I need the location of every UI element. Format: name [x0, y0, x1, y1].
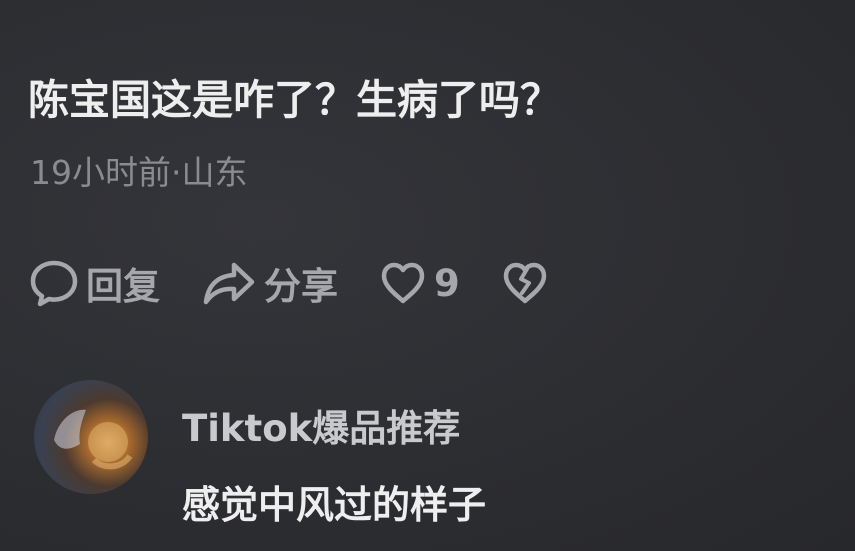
reply-text: 感觉中风过的样子 [182, 483, 487, 527]
share-button[interactable]: 分享 [200, 256, 338, 310]
broken-heart-icon [500, 258, 550, 308]
comment-actions: 回复 分享 9 [28, 252, 590, 314]
dislike-button[interactable] [500, 258, 550, 308]
heart-outline-icon [378, 258, 428, 308]
like-button[interactable]: 9 [378, 258, 460, 308]
comment-text: 陈宝国这是咋了？生病了吗？ [28, 76, 561, 124]
share-arrow-icon [200, 257, 258, 309]
speech-bubble-icon [28, 257, 80, 309]
like-count: 9 [434, 261, 460, 305]
comment-meta: 19小时前·山东 [30, 153, 248, 192]
reply-author[interactable]: Tiktok爆品推荐 [182, 398, 460, 452]
reply-button[interactable]: 回复 [28, 256, 160, 310]
comment-screen: 陈宝国这是咋了？生病了吗？ 19小时前·山东 回复 分享 9 Tiktok爆品推… [0, 0, 855, 551]
avatar[interactable] [34, 380, 148, 494]
reply-label: 回复 [86, 265, 160, 308]
share-label: 分享 [264, 265, 338, 308]
